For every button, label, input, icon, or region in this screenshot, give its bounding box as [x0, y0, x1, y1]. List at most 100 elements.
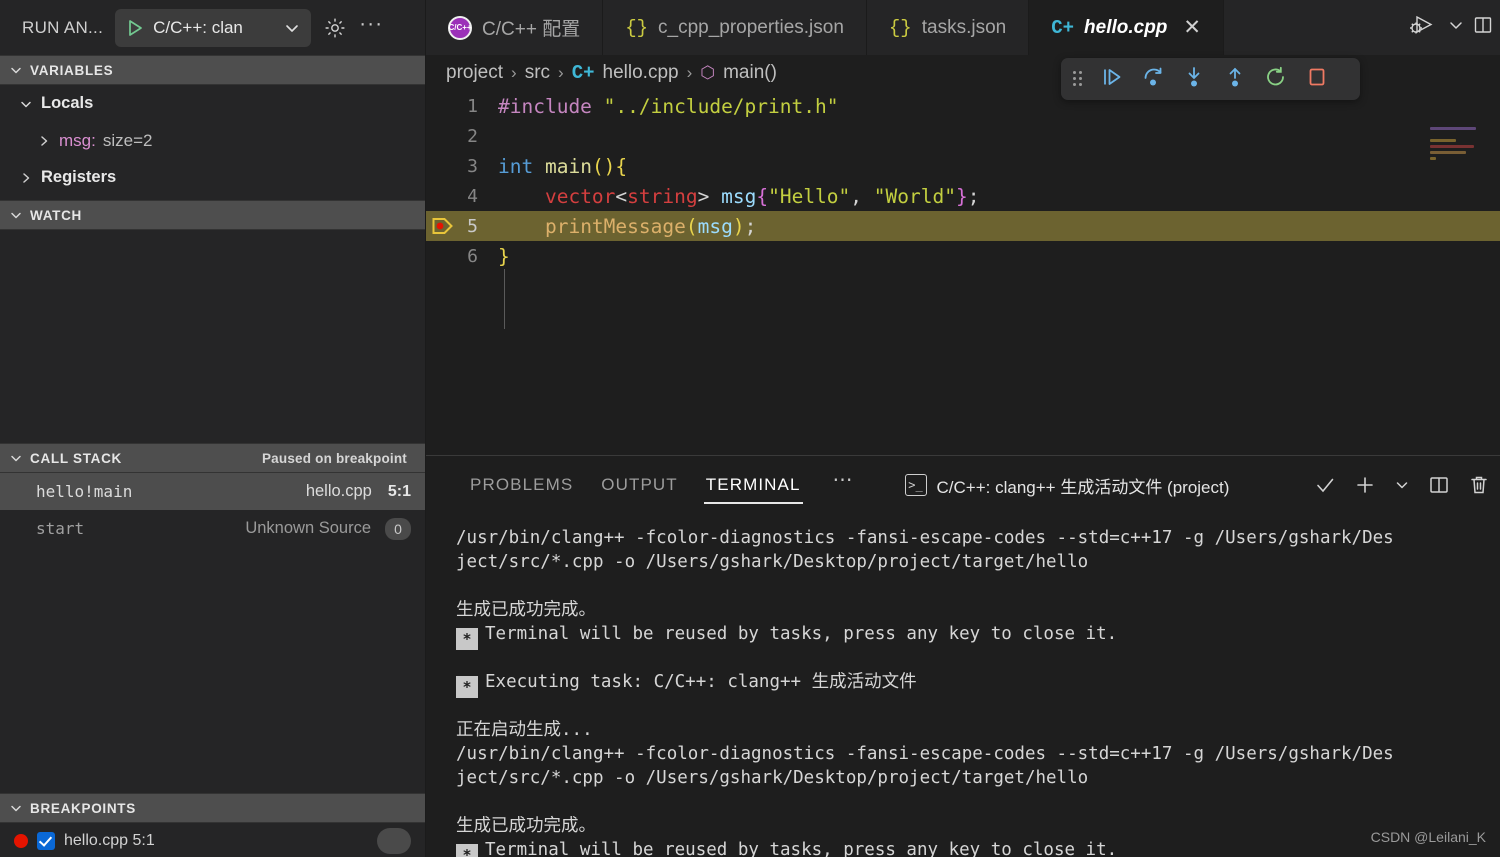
watch-tree[interactable] — [0, 230, 425, 443]
terminal-name: C/C++: clang++ 生成活动文件 (project) — [936, 477, 1230, 497]
section-title: WATCH — [30, 207, 82, 223]
debug-toolbar — [1061, 58, 1360, 100]
gear-icon[interactable] — [323, 16, 347, 40]
continue-button[interactable] — [1100, 65, 1124, 94]
tab-c-cpp-properties-json[interactable]: {} c_cpp_properties.json — [603, 0, 867, 55]
terminal-output[interactable]: /usr/bin/clang++ -fcolor-diagnostics -fa… — [426, 514, 1500, 857]
play-icon[interactable] — [127, 19, 144, 37]
variable-value: size=2 — [102, 130, 153, 150]
code-token: "Hello" — [768, 184, 851, 208]
chevron-down-icon[interactable] — [285, 21, 299, 35]
line-number[interactable]: 3 — [426, 156, 494, 177]
tab-hello-cpp[interactable]: C+ hello.cpp ✕ — [1029, 0, 1225, 55]
new-terminal-icon[interactable] — [1354, 474, 1376, 496]
check-icon[interactable] — [1314, 474, 1336, 496]
code-token: vector — [544, 184, 616, 208]
step-over-button[interactable] — [1141, 65, 1165, 94]
code-token: printMessage — [544, 214, 686, 238]
restart-button[interactable] — [1264, 65, 1288, 94]
code-token: > — [697, 184, 722, 208]
line-number[interactable]: 1 — [426, 96, 494, 117]
terminal-line: * Executing task: C/C++: clang++ 生成活动文件 — [456, 670, 1500, 698]
breadcrumb-item-symbol[interactable]: main() — [723, 62, 777, 84]
breakpoints-section-header[interactable]: BREAKPOINTS — [0, 793, 425, 823]
tab-terminal[interactable]: TERMINAL — [692, 456, 815, 514]
breadcrumb-item-project[interactable]: project — [446, 62, 503, 84]
terminal-asterisk-icon: * — [456, 628, 478, 650]
code-line[interactable]: 3 int main(){ — [426, 151, 1500, 181]
breakpoint-item[interactable]: hello.cpp 5:1 — [0, 823, 425, 857]
call-stack-section-header[interactable]: CALL STACK Paused on breakpoint — [0, 443, 425, 473]
terminal-line: 正在启动生成... — [456, 720, 593, 740]
cpp-extension-icon: C/C++ — [448, 15, 472, 40]
terminal-line: * Terminal will be reused by tasks, press… — [456, 838, 1500, 857]
code-token: int — [498, 154, 545, 178]
launch-configuration-select[interactable]: C/C++: clan — [115, 8, 312, 47]
panel-more-icon[interactable]: ⋯ — [815, 470, 871, 500]
more-actions-icon[interactable]: ··· — [359, 13, 383, 42]
vscode-window: RUN AN... C/C++: clan ··· VARIABLES Loca… — [0, 0, 1500, 857]
code-editor[interactable]: 1 #include "../include/print.h" 2 3 int main… — [426, 91, 1500, 455]
step-out-button[interactable] — [1223, 65, 1247, 94]
section-title: BREAKPOINTS — [30, 800, 136, 816]
debug-status-text: Paused on breakpoint — [261, 450, 407, 466]
code-line[interactable]: 6} — [426, 241, 1500, 271]
chevron-down-icon[interactable] — [1448, 17, 1464, 38]
cpp-file-icon: C+ — [1051, 16, 1075, 39]
code-text: printMessage(msg); — [494, 215, 756, 238]
chevron-down-icon[interactable] — [18, 96, 34, 112]
close-icon[interactable]: ✕ — [1183, 17, 1201, 38]
frame-source: hello.cpp — [305, 482, 372, 500]
line-number[interactable]: 6 — [426, 246, 494, 267]
tab-tasks-json[interactable]: {} tasks.json — [867, 0, 1030, 55]
variables-section-header[interactable]: VARIABLES — [0, 55, 425, 85]
tab-label: c_cpp_properties.json — [658, 16, 844, 38]
tab-cpp-config[interactable]: C/C++ C/C++ 配置 — [426, 0, 604, 55]
watch-section-header[interactable]: WATCH — [0, 200, 425, 230]
kill-terminal-icon[interactable] — [1468, 474, 1490, 496]
tree-item-label: Locals — [41, 94, 94, 112]
code-token: () — [591, 154, 616, 178]
breakpoint-marker-icon[interactable] — [432, 216, 454, 236]
breadcrumb-item-src[interactable]: src — [525, 62, 550, 84]
code-line[interactable]: 2 — [426, 121, 1500, 151]
terminal-line: ject/src/*.cpp -o /Users/gshark/Desktop/… — [456, 552, 1089, 572]
tab-problems[interactable]: PROBLEMS — [456, 456, 587, 514]
breakpoints-list: hello.cpp 5:1 — [0, 823, 425, 857]
code-line[interactable]: 4 vector<string> msg{"Hello", "World"}; — [426, 181, 1500, 211]
drag-handle[interactable] — [1073, 71, 1083, 87]
tree-item-locals[interactable]: Locals — [0, 85, 425, 122]
call-stack-frame[interactable]: start Unknown Source 0 — [0, 510, 425, 547]
run-and-debug-icon[interactable] — [1408, 12, 1438, 43]
terminal-line: 生成已成功完成。 — [456, 816, 596, 836]
code-token: } — [955, 184, 968, 208]
step-into-button[interactable] — [1182, 65, 1206, 94]
split-terminal-icon[interactable] — [1428, 474, 1450, 496]
chevron-right-icon[interactable] — [36, 133, 52, 149]
breakpoint-checkbox[interactable] — [37, 832, 55, 850]
line-number[interactable]: 5 — [426, 216, 494, 237]
breadcrumb-item-file[interactable]: hello.cpp — [603, 62, 679, 84]
code-line[interactable]: 5 printMessage(msg); — [426, 211, 1500, 241]
tab-label: tasks.json — [921, 16, 1007, 38]
chevron-down-icon[interactable] — [1394, 477, 1410, 493]
split-editor-icon[interactable] — [1474, 15, 1492, 40]
line-number[interactable]: 4 — [426, 186, 494, 207]
variables-tree: Locals msg: size=2 Registers — [0, 85, 425, 200]
terminal-selector[interactable]: >_ C/C++: clang++ 生成活动文件 (project) — [904, 473, 1230, 498]
tab-output[interactable]: OUTPUT — [587, 456, 691, 514]
call-stack-frame[interactable]: hello!main hello.cpp 5:1 — [0, 473, 425, 510]
tab-label: C/C++ 配置 — [482, 19, 581, 40]
tree-item-registers[interactable]: Registers — [0, 159, 425, 196]
method-symbol-icon: ⬡ — [700, 63, 716, 82]
stop-button[interactable] — [1305, 65, 1329, 94]
tree-item-label: Registers — [41, 168, 117, 186]
chevron-right-icon[interactable] — [18, 170, 34, 186]
tree-item-variable-msg[interactable]: msg: size=2 — [0, 122, 425, 159]
breakpoint-badge — [377, 828, 411, 854]
code-token: "../include/print.h" — [603, 94, 839, 118]
line-number[interactable]: 2 — [426, 126, 494, 147]
terminal-line: * Terminal will be reused by tasks, press… — [456, 622, 1500, 650]
